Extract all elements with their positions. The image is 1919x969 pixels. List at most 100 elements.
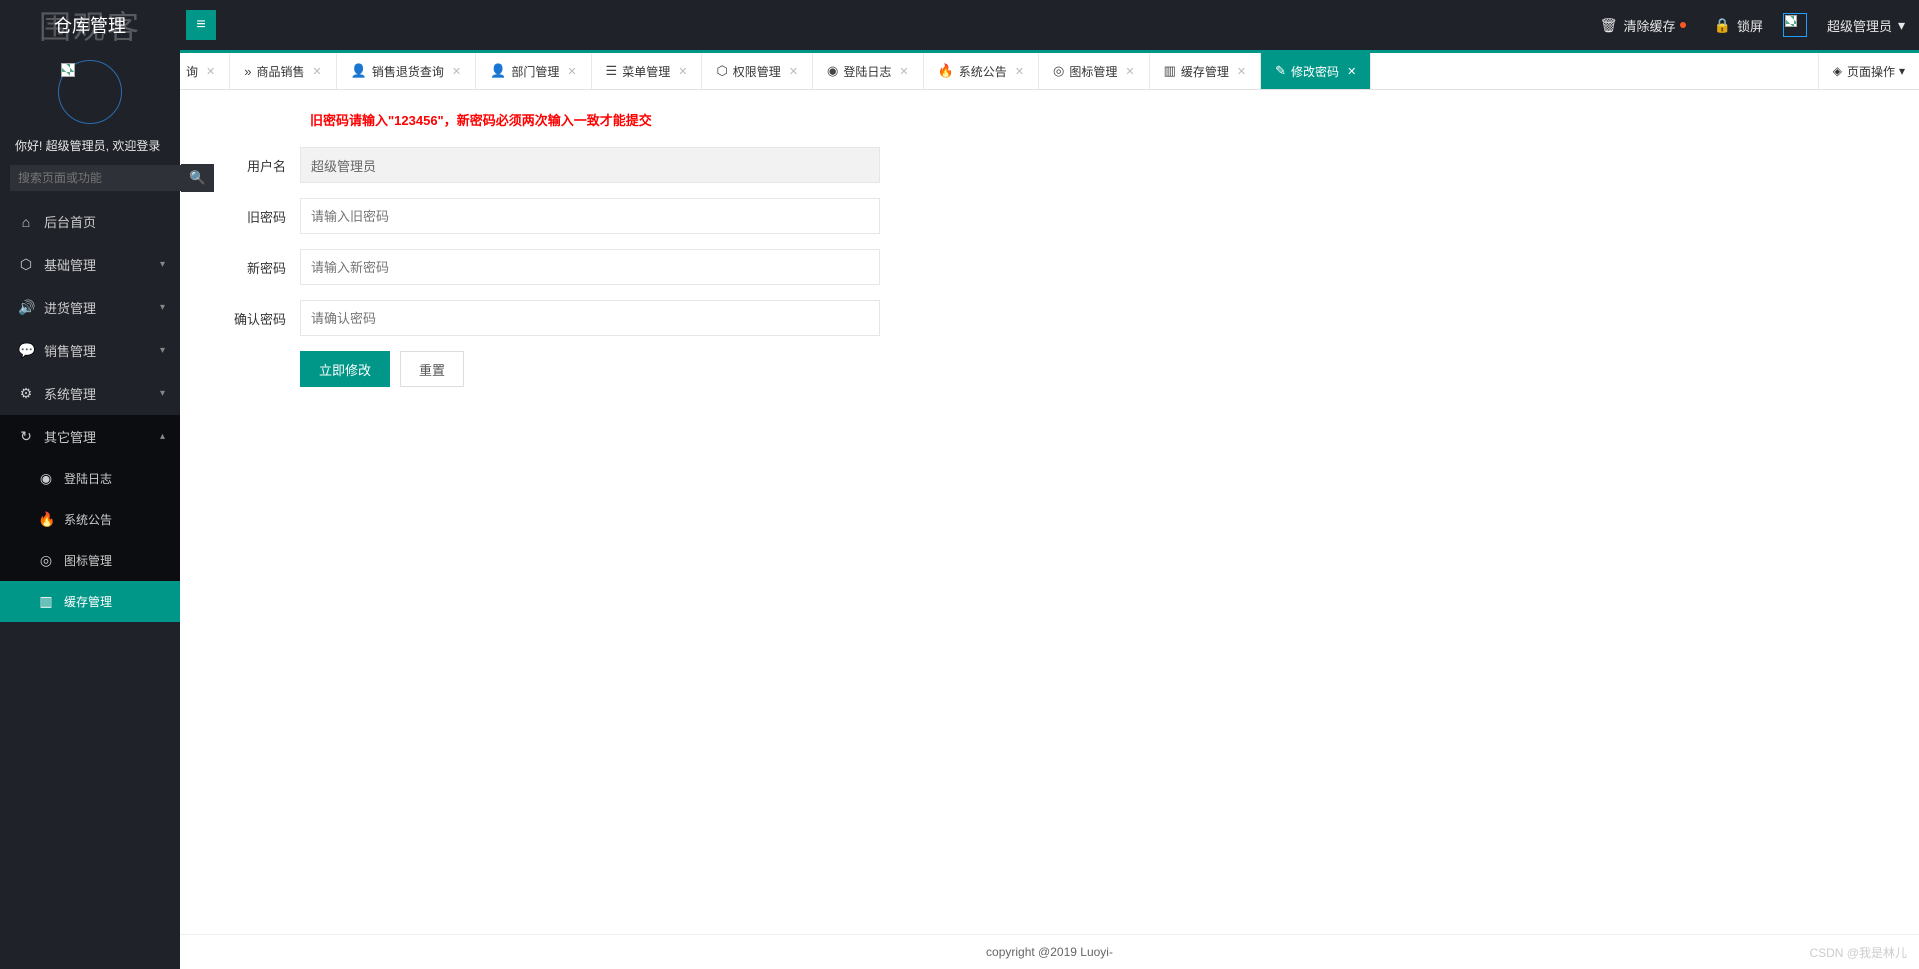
watermark: 围观客: [39, 2, 141, 48]
form-hint: 旧密码请输入"123456"，新密码必须两次输入一致才能提交: [310, 110, 1889, 129]
old-pwd-label: 旧密码: [210, 207, 300, 226]
page-operations[interactable]: ◈ 页面操作 ▾: [1818, 53, 1919, 89]
nav-login-log[interactable]: ◉ 登陆日志: [0, 458, 180, 499]
nav-label: 基础管理: [44, 255, 96, 274]
reset-button[interactable]: 重置: [400, 351, 464, 387]
tab-login-log[interactable]: ◉ 登陆日志 ✕: [813, 53, 924, 89]
clear-cache-label: 清除缓存: [1623, 16, 1675, 35]
content: 旧密码请输入"123456"，新密码必须两次输入一致才能提交 用户名 旧密码 新…: [180, 90, 1919, 934]
nav-label: 系统管理: [44, 384, 96, 403]
nav-purchase[interactable]: 🔊 进货管理 ▾: [0, 286, 180, 329]
sidebar: 仓库管理 围观客 你好! 超级管理员, 欢迎登录 🔍 ⌂ 后台首页 ⬡ 基础管理…: [0, 0, 180, 969]
nav-announcement[interactable]: 🔥 系统公告: [0, 499, 180, 540]
tab-label: 图标管理: [1069, 63, 1117, 80]
close-icon[interactable]: ✕: [1125, 65, 1134, 78]
tab-label: 商品销售: [256, 63, 304, 80]
nav: ⌂ 后台首页 ⬡ 基础管理 ▾ 🔊 进货管理 ▾ 💬 销售管理 ▾ ⚙ 系统管理: [0, 200, 180, 969]
notification-dot: [1680, 22, 1686, 28]
tab-cache-mgmt[interactable]: ▥ 缓存管理 ✕: [1150, 53, 1262, 89]
nav-other[interactable]: ↻ 其它管理 ▴: [0, 415, 180, 458]
nav-sales[interactable]: 💬 销售管理 ▾: [0, 329, 180, 372]
user-menu[interactable]: 超级管理员 ▾: [1813, 0, 1919, 50]
chevron-down-icon: ▾: [160, 388, 165, 399]
close-icon[interactable]: ✕: [899, 65, 908, 78]
csdn-watermark: CSDN @我是林儿: [1809, 944, 1907, 961]
close-icon[interactable]: ✕: [312, 65, 321, 78]
old-password-input[interactable]: [300, 198, 880, 234]
tabs-scroll: 询 ✕ » 商品销售 ✕ 👤 销售退货查询 ✕ 👤 部门管理 ✕: [180, 53, 1818, 89]
row-confirm-pwd: 确认密码: [210, 300, 1090, 336]
new-password-input[interactable]: [300, 249, 880, 285]
tab-truncated[interactable]: 询 ✕: [180, 53, 230, 89]
nav-cache-mgmt[interactable]: ▥ 缓存管理: [0, 581, 180, 622]
cube-icon: ⬡: [716, 63, 727, 79]
edit-icon: ✎: [1275, 63, 1286, 79]
tab-department[interactable]: 👤 部门管理 ✕: [476, 53, 591, 89]
sidebar-search: 🔍: [0, 164, 180, 200]
nav-icon-mgmt[interactable]: ◎ 图标管理: [0, 540, 180, 581]
speaker-icon: 🔊: [18, 299, 34, 316]
tab-label: 权限管理: [733, 63, 781, 80]
nav-basic[interactable]: ⬡ 基础管理 ▾: [0, 243, 180, 286]
tab-icon-mgmt[interactable]: ◎ 图标管理 ✕: [1039, 53, 1150, 89]
tab-menu[interactable]: ☰ 菜单管理 ✕: [592, 53, 703, 89]
menu-icon: ≡: [196, 16, 205, 34]
user-icon: 👤: [351, 63, 367, 79]
tab-label: 缓存管理: [1181, 63, 1229, 80]
close-icon[interactable]: ✕: [567, 65, 576, 78]
tab-label: 询: [186, 63, 198, 80]
nav-system[interactable]: ⚙ 系统管理 ▾: [0, 372, 180, 415]
header: ≡ 🗑 清除缓存 🔒 锁屏 超级管理员 ▾: [180, 0, 1919, 50]
list-icon: ☰: [606, 63, 618, 79]
nav-home[interactable]: ⌂ 后台首页: [0, 200, 180, 243]
tab-change-password[interactable]: ✎ 修改密码 ✕: [1261, 53, 1371, 89]
tab-announcement[interactable]: 🔥 系统公告 ✕: [924, 53, 1039, 89]
lock-icon: 🔒: [1714, 17, 1731, 34]
user-icon: 👤: [490, 63, 506, 79]
submit-button[interactable]: 立即修改: [300, 351, 390, 387]
target-icon: ◈: [1833, 64, 1842, 78]
tab-product-sales[interactable]: » 商品销售 ✕: [230, 53, 336, 89]
nav-other-submenu: ◉ 登陆日志 🔥 系统公告 ◎ 图标管理 ▥ 缓存管理: [0, 458, 180, 622]
search-input[interactable]: [10, 165, 181, 191]
form-buttons: 立即修改 重置: [300, 351, 1090, 387]
chevron-down-icon: ▾: [160, 345, 165, 356]
close-icon[interactable]: ✕: [1237, 65, 1246, 78]
home-icon: ⌂: [18, 214, 34, 230]
header-avatar[interactable]: [1783, 13, 1807, 37]
menu-toggle[interactable]: ≡: [186, 10, 216, 40]
confirm-password-input[interactable]: [300, 300, 880, 336]
share-icon: ◉: [827, 63, 838, 79]
cube-icon: ⬡: [18, 256, 34, 273]
tab-label: 修改密码: [1291, 63, 1339, 80]
tabs-bar: 询 ✕ » 商品销售 ✕ 👤 销售退货查询 ✕ 👤 部门管理 ✕: [180, 50, 1919, 90]
close-icon[interactable]: ✕: [1015, 65, 1024, 78]
close-icon[interactable]: ✕: [678, 65, 687, 78]
tab-return-query[interactable]: 👤 销售退货查询 ✕: [337, 53, 476, 89]
chevron-down-icon: ▾: [160, 302, 165, 313]
tab-label: 系统公告: [959, 63, 1007, 80]
broken-image-icon: [1785, 15, 1797, 27]
trash-icon: 🗑: [1600, 17, 1618, 34]
lock-button[interactable]: 🔒 锁屏: [1700, 0, 1777, 50]
tab-permission[interactable]: ⬡ 权限管理 ✕: [702, 53, 813, 89]
nav-label: 其它管理: [44, 427, 96, 446]
change-password-form: 用户名 旧密码 新密码 确认密码 立即修改 重置: [210, 147, 1090, 387]
page-ops-label: 页面操作: [1847, 63, 1895, 80]
avatar[interactable]: [58, 60, 122, 124]
close-icon[interactable]: ✕: [789, 65, 798, 78]
compass-icon: ◎: [38, 552, 54, 569]
new-pwd-label: 新密码: [210, 258, 300, 277]
gear-icon: ⚙: [18, 385, 34, 402]
fire-icon: 🔥: [938, 63, 954, 79]
nav-label: 登陆日志: [64, 470, 112, 487]
clear-cache-button[interactable]: 🗑 清除缓存: [1586, 0, 1700, 50]
tab-label: 销售退货查询: [372, 63, 444, 80]
close-icon[interactable]: ✕: [452, 65, 461, 78]
tab-label: 登陆日志: [843, 63, 891, 80]
close-icon[interactable]: ✕: [206, 65, 215, 78]
close-icon[interactable]: ✕: [1347, 65, 1356, 78]
fire-icon: 🔥: [38, 511, 54, 528]
forward-icon: »: [244, 64, 251, 79]
tab-label: 部门管理: [511, 63, 559, 80]
